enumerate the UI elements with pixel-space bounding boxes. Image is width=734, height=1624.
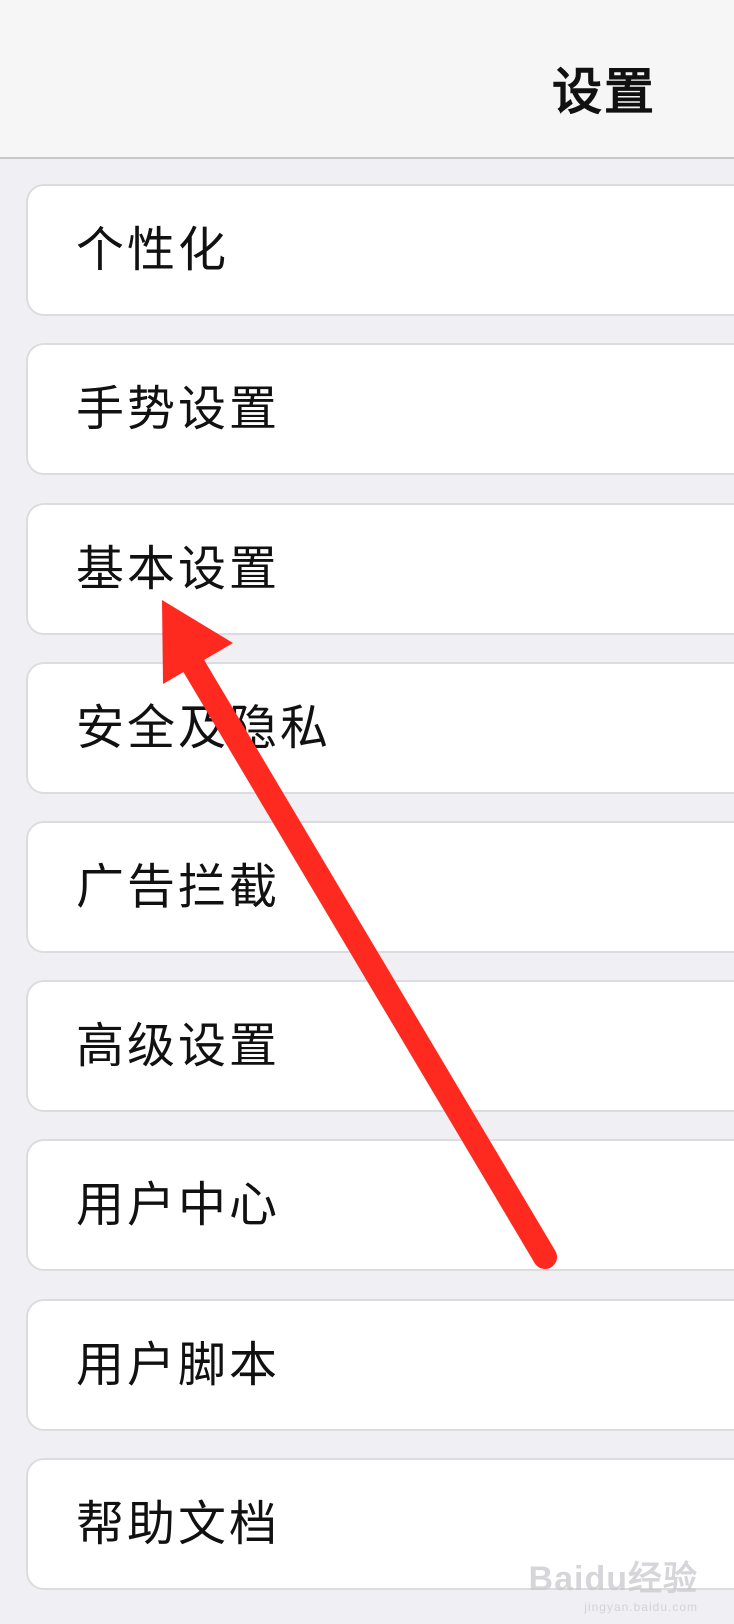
menu-item-security-privacy[interactable]: 安全及隐私 <box>26 662 734 794</box>
menu-item-label: 个性化 <box>76 222 230 278</box>
menu-item-gesture-settings[interactable]: 手势设置 <box>26 343 734 475</box>
menu-item-label: 用户中心 <box>76 1177 281 1233</box>
menu-item-label: 帮助文档 <box>76 1496 281 1552</box>
menu-item-basic-settings[interactable]: 基本设置 <box>26 503 734 635</box>
menu-item-user-scripts[interactable]: 用户脚本 <box>26 1299 734 1431</box>
menu-item-user-center[interactable]: 用户中心 <box>26 1139 734 1271</box>
watermark-logo: Baidu经验 <box>528 1560 698 1598</box>
baidu-jingyan-watermark: Baidu经验 jingyan.baidu.com <box>529 1551 698 1614</box>
menu-item-label: 广告拦截 <box>76 859 281 915</box>
menu-item-ad-blocking[interactable]: 广告拦截 <box>26 821 734 953</box>
menu-item-label: 基本设置 <box>76 541 281 597</box>
menu-item-advanced-settings[interactable]: 高级设置 <box>26 980 734 1112</box>
settings-menu-list: 个性化 手势设置 基本设置 安全及隐私 广告拦截 高级设置 用户中心 用户脚本 … <box>0 0 734 1624</box>
menu-item-label: 高级设置 <box>76 1018 281 1074</box>
watermark-url: jingyan.baidu.com <box>584 1600 698 1614</box>
menu-item-label: 手势设置 <box>76 381 281 437</box>
menu-item-personalization[interactable]: 个性化 <box>26 184 734 316</box>
menu-item-label: 用户脚本 <box>76 1337 281 1393</box>
menu-item-label: 安全及隐私 <box>76 700 332 756</box>
